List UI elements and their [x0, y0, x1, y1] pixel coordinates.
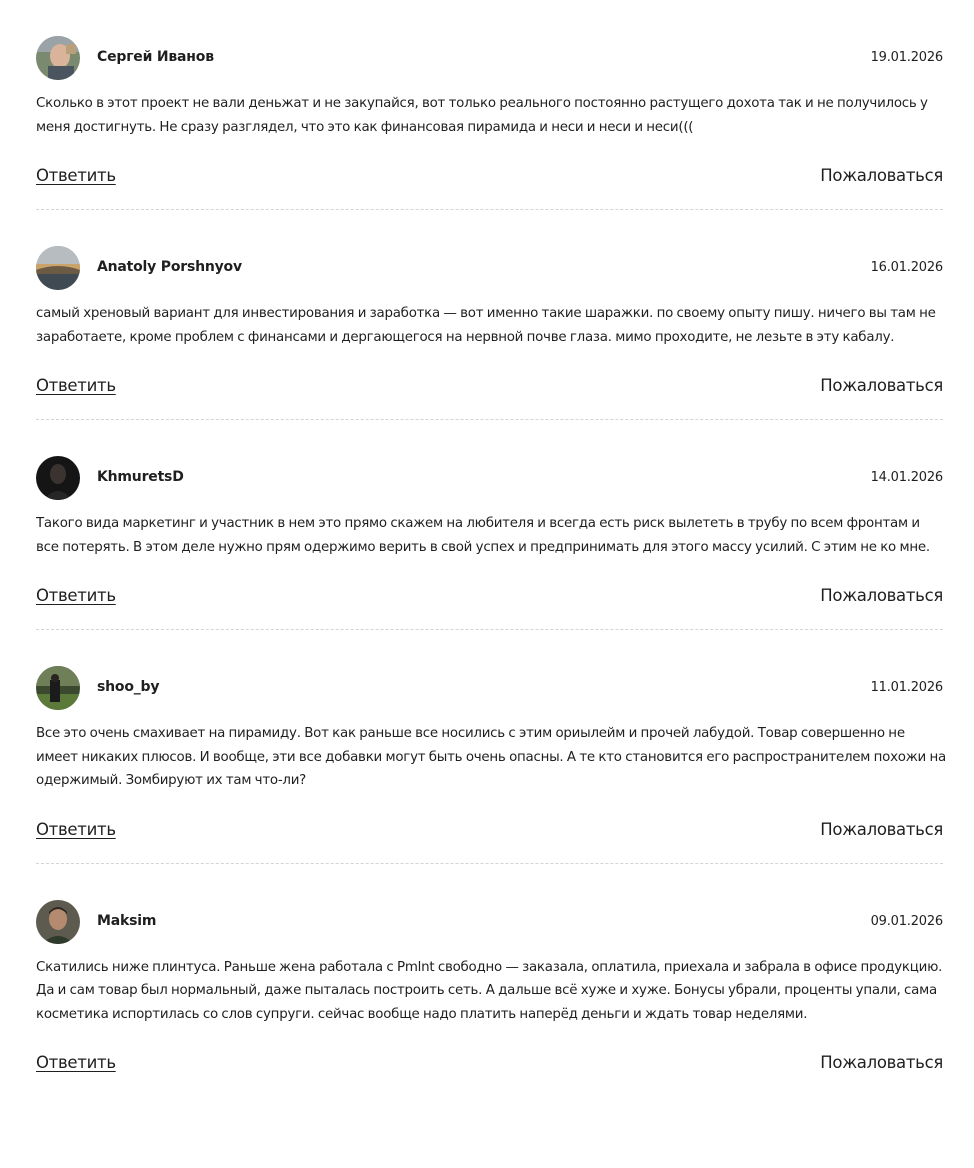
comment-text: Все это очень смахивает на пирамиду. Вот…: [36, 726, 946, 788]
reply-button[interactable]: Ответить: [36, 166, 116, 185]
comment-actions: Ответить Пожаловаться: [36, 793, 943, 863]
comment-item: KhmuretsD 14.01.2026 Такого вида маркети…: [36, 419, 943, 629]
comment-date: 09.01.2026: [870, 913, 944, 929]
comment-item: Сергей Иванов 19.01.2026 Сколько в этот …: [36, 0, 943, 209]
avatar[interactable]: [36, 246, 80, 290]
comment-header: KhmuretsD 14.01.2026: [36, 455, 943, 502]
reply-button[interactable]: Ответить: [36, 376, 116, 395]
comment-header: Maksim 09.01.2026: [36, 899, 943, 946]
avatar[interactable]: [36, 666, 80, 710]
report-button[interactable]: Пожаловаться: [820, 166, 943, 185]
comment-item: Anatoly Porshnyov 16.01.2026 самый хрено…: [36, 209, 943, 419]
comment-text: Скатились ниже плинтуса. Раньше жена раб…: [36, 959, 943, 1022]
comment-header: Anatoly Porshnyov 16.01.2026: [36, 245, 943, 292]
comment-date: 11.01.2026: [870, 680, 944, 695]
comment-item: shoo_by 11.01.2026 Все это очень смахива…: [36, 629, 946, 863]
author-name: shoo_by: [97, 679, 160, 695]
report-button[interactable]: Пожаловаться: [820, 1053, 943, 1072]
comment-header: shoo_by 11.01.2026: [36, 665, 943, 712]
comment-header: Сергей Иванов 19.01.2026: [36, 35, 943, 82]
report-button[interactable]: Пожаловаться: [820, 586, 943, 605]
comment-actions: Ответить Пожаловаться: [36, 139, 943, 209]
comment-text: самый хреновый вариант для инвестировани…: [36, 306, 936, 345]
reply-button[interactable]: Ответить: [36, 820, 116, 839]
comment-item: Maksim 09.01.2026 Скатились ниже плинтус…: [36, 862, 943, 1097]
reply-button[interactable]: Ответить: [36, 586, 116, 605]
avatar[interactable]: [36, 456, 80, 500]
reply-button[interactable]: Ответить: [36, 1053, 116, 1072]
comment-text: Сколько в этот проект не вали деньжат и …: [36, 96, 928, 135]
report-button[interactable]: Пожаловаться: [820, 376, 943, 395]
comment-actions: Ответить Пожаловаться: [36, 1026, 943, 1096]
comment-text: Такого вида маркетинг и участник в нем э…: [36, 516, 930, 555]
author-name: KhmuretsD: [97, 469, 184, 485]
avatar[interactable]: [36, 36, 80, 80]
author-name: Maksim: [97, 912, 157, 929]
comment-actions: Ответить Пожаловаться: [36, 349, 943, 419]
report-button[interactable]: Пожаловаться: [820, 820, 943, 839]
author-name: Anatoly Porshnyov: [97, 259, 242, 275]
comments-list: Сергей Иванов 19.01.2026 Сколько в этот …: [36, 0, 946, 1097]
avatar[interactable]: [36, 899, 80, 944]
comment-date: 16.01.2026: [870, 260, 944, 275]
comment-actions: Ответить Пожаловаться: [36, 559, 943, 629]
comment-date: 19.01.2026: [870, 50, 944, 65]
comment-date: 14.01.2026: [870, 470, 944, 485]
author-name: Сергей Иванов: [97, 49, 214, 65]
